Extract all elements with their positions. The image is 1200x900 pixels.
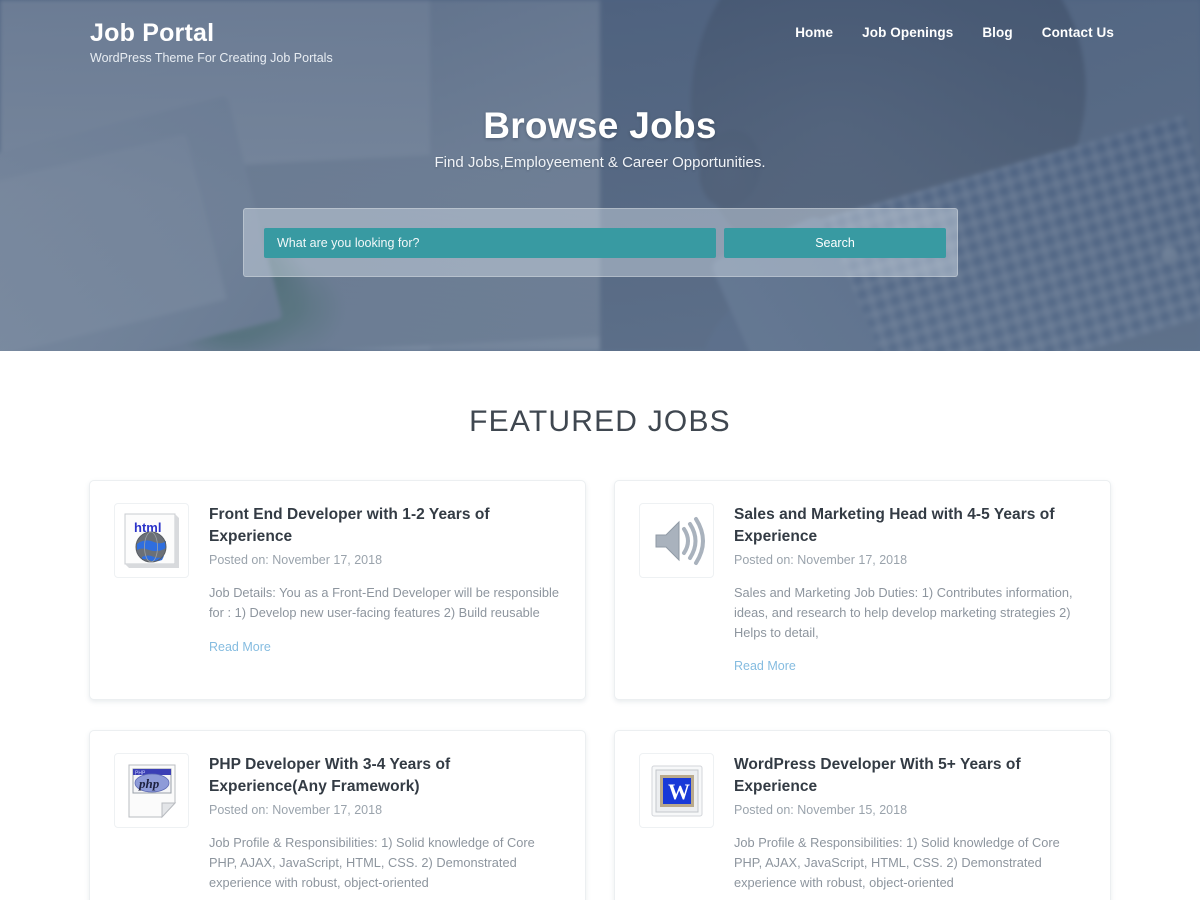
job-title[interactable]: PHP Developer With 3-4 Years of Experien… bbox=[209, 754, 561, 797]
job-date: Posted on: November 17, 2018 bbox=[209, 803, 383, 818]
hero-banner: Job Portal WordPress Theme For Creating … bbox=[0, 0, 1200, 351]
search-button[interactable]: Search bbox=[724, 227, 946, 258]
job-card[interactable]: W WordPress Developer With 5+ Years of E… bbox=[614, 730, 1111, 900]
job-date: Posted on: November 15, 2018 bbox=[734, 803, 908, 818]
featured-jobs-section: FEATURED JOBS html Front End Developer w… bbox=[0, 351, 1200, 900]
job-excerpt: Job Profile & Responsibilities: 1) Solid… bbox=[734, 835, 1060, 890]
job-excerpt: Job Profile & Responsibilities: 1) Solid… bbox=[209, 835, 535, 890]
job-title[interactable]: WordPress Developer With 5+ Years of Exp… bbox=[734, 754, 1086, 797]
site-tagline: WordPress Theme For Creating Job Portals bbox=[90, 51, 333, 65]
read-more-link[interactable]: Read More bbox=[209, 638, 271, 656]
job-search-form[interactable]: Search bbox=[243, 208, 958, 277]
php-file-icon: PHP php bbox=[114, 753, 189, 829]
read-more-link[interactable]: Read More bbox=[734, 657, 796, 675]
nav-item-job-openings[interactable]: Job Openings bbox=[862, 25, 953, 40]
nav-item-home[interactable]: Home bbox=[795, 25, 833, 40]
job-excerpt: Job Details: You as a Front-End Develope… bbox=[209, 585, 559, 620]
site-title: Job Portal bbox=[90, 19, 215, 47]
job-card[interactable]: html Front End Developer with 1-2 Years … bbox=[89, 480, 586, 701]
job-card[interactable]: PHP php PHP Developer With 3-4 Years of … bbox=[89, 730, 586, 900]
word-w-icon: W bbox=[639, 753, 714, 829]
hero-subtitle: Find Jobs,Employeement & Career Opportun… bbox=[434, 154, 766, 171]
job-excerpt: Sales and Marketing Job Duties: 1) Contr… bbox=[734, 585, 1073, 640]
job-date: Posted on: November 17, 2018 bbox=[209, 553, 383, 567]
speaker-audio-icon bbox=[639, 503, 714, 578]
nav-item-contact-us[interactable]: Contact Us bbox=[1042, 25, 1114, 40]
main-navigation[interactable]: Home Job Openings Blog Contact Us bbox=[795, 25, 1114, 40]
nav-item-blog[interactable]: Blog bbox=[982, 25, 1012, 40]
job-date: Posted on: November 17, 2018 bbox=[734, 553, 908, 567]
hero-title: Browse Jobs bbox=[483, 105, 717, 146]
job-cards-grid: html Front End Developer with 1-2 Years … bbox=[89, 480, 1111, 900]
svg-text:php: php bbox=[138, 776, 160, 791]
job-card[interactable]: Sales and Marketing Head with 4-5 Years … bbox=[614, 480, 1111, 701]
job-title[interactable]: Sales and Marketing Head with 4-5 Years … bbox=[734, 504, 1086, 547]
svg-text:W: W bbox=[668, 779, 690, 804]
site-brand[interactable]: Job Portal WordPress Theme For Creating … bbox=[90, 18, 333, 67]
job-title[interactable]: Front End Developer with 1-2 Years of Ex… bbox=[209, 504, 561, 547]
section-title-featured-jobs: FEATURED JOBS bbox=[469, 405, 731, 438]
html-globe-icon: html bbox=[114, 503, 189, 578]
search-input[interactable] bbox=[264, 227, 716, 258]
